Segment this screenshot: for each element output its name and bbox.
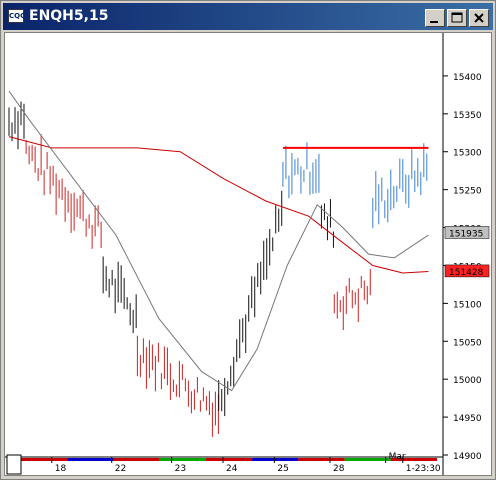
x-tick-label: 28 — [333, 464, 345, 474]
x-tick-label: 22 — [115, 464, 126, 474]
chart-window: CQG ENQH5,15 154001535015300152501520015… — [0, 0, 496, 480]
fast-moving-average — [8, 90, 429, 392]
y-tick-label: 15400 — [453, 73, 482, 83]
title-bar[interactable]: CQG ENQH5,15 — [3, 3, 493, 30]
session-band — [21, 458, 68, 461]
session-band — [205, 458, 253, 461]
price-bars — [8, 101, 428, 437]
price-tag-label: 151428 — [449, 268, 484, 278]
y-tick-label: 15000 — [453, 376, 482, 386]
session-band — [159, 458, 206, 461]
x-tick-label: Mar — [389, 452, 406, 462]
chart-corner-box[interactable] — [6, 454, 22, 475]
x-tick-label: 18 — [55, 464, 67, 474]
y-tick-label: 14900 — [453, 452, 482, 462]
y-tick-label: 15250 — [453, 187, 482, 197]
session-band — [298, 458, 345, 461]
y-tick-label: 15100 — [453, 300, 482, 310]
x-tick-label: 24 — [226, 464, 238, 474]
slow-moving-average — [8, 136, 429, 274]
x-axis-ticks: 18 22 23 24 25 28 Mar1-23:30 — [21, 452, 441, 474]
x-tick-label: 23 — [175, 464, 186, 474]
session-band — [344, 458, 391, 461]
close-button[interactable] — [469, 9, 489, 27]
y-tick-label: 15050 — [453, 338, 482, 348]
y-tick-label: 14950 — [453, 414, 482, 424]
price-tag-label: 151935 — [449, 229, 483, 239]
minimize-icon — [430, 21, 438, 23]
price-tags: 151935 151428 — [444, 226, 490, 278]
maximize-icon — [451, 12, 463, 23]
x-tick-label: 1-23:30 — [406, 464, 441, 474]
x-tick-label: 25 — [277, 464, 288, 474]
session-band — [67, 458, 114, 461]
maximize-button[interactable] — [447, 9, 467, 27]
close-icon — [474, 13, 484, 23]
chart-area[interactable]: 1540015350153001525015200151501510015050… — [4, 32, 492, 476]
y-tick-label: 15350 — [453, 111, 482, 121]
y-tick-label: 15300 — [453, 149, 482, 159]
price-chart[interactable]: 1540015350153001525015200151501510015050… — [5, 33, 491, 475]
session-band — [113, 458, 160, 461]
window-title: ENQH5,15 — [29, 8, 109, 24]
minimize-button[interactable] — [425, 9, 445, 27]
session-band — [252, 458, 299, 461]
cqg-app-icon[interactable]: CQG — [8, 9, 26, 23]
